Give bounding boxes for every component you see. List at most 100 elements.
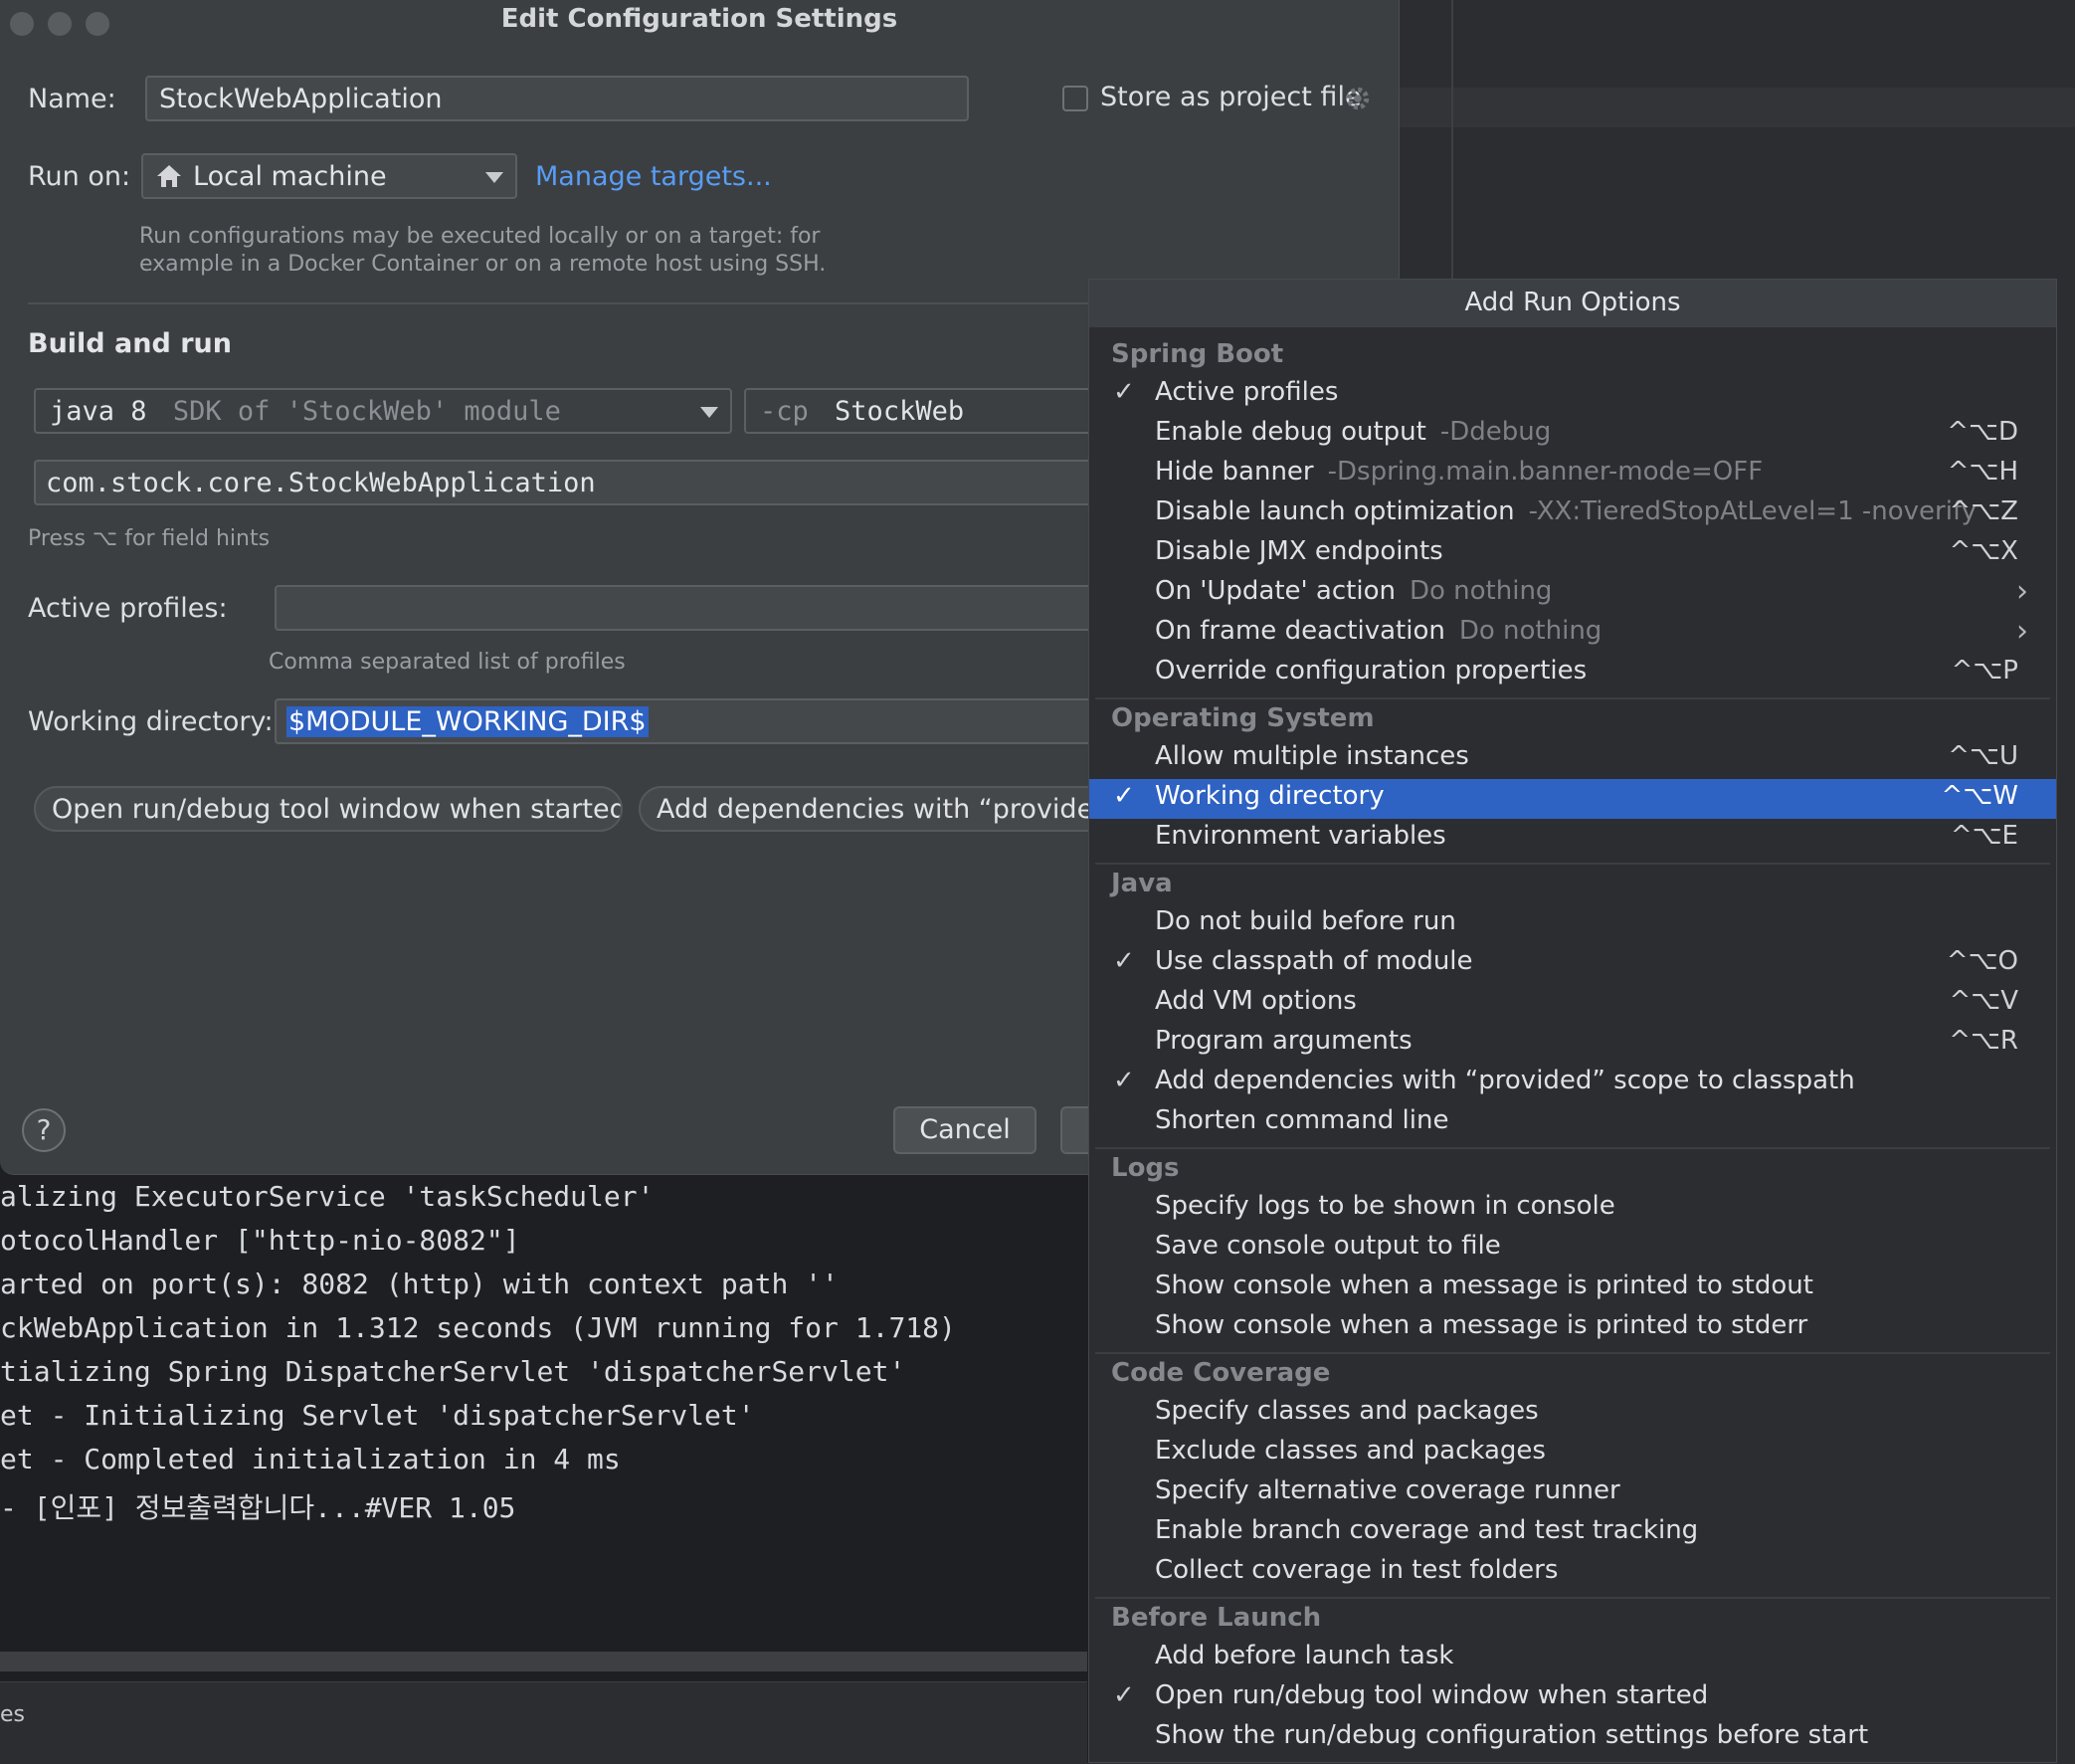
- option-label: On frame deactivation Do nothing: [1155, 616, 1603, 646]
- option-working-directory[interactable]: ✓ Working directory ^⌥W: [1089, 779, 2056, 819]
- option-label: Add dependencies with “provided” scope t…: [1155, 1066, 1855, 1095]
- name-label: Name:: [28, 84, 116, 114]
- active-profiles-hint: Comma separated list of profiles: [269, 650, 626, 675]
- option-label: Hide banner -Dspring.main.banner-mode=OFF: [1155, 457, 1764, 487]
- option-show-console-stderr[interactable]: Show console when a message is printed t…: [1089, 1308, 2056, 1348]
- option-hide-banner[interactable]: Hide banner -Dspring.main.banner-mode=OFF…: [1089, 455, 2056, 494]
- option-use-classpath-of-module[interactable]: ✓ Use classpath of module ^⌥O: [1089, 944, 2056, 984]
- group-code-coverage: Code Coverage: [1111, 1358, 1331, 1388]
- store-as-project-file-label: Store as project file: [1100, 82, 1362, 112]
- option-label: Exclude classes and packages: [1155, 1436, 1546, 1466]
- log-line: - [인포] 정보출력합니다...#VER 1.05: [0, 1491, 516, 1524]
- option-exclude-classes-packages[interactable]: Exclude classes and packages: [1089, 1434, 2056, 1473]
- option-label: Save console output to file: [1155, 1231, 1501, 1261]
- main-class-input[interactable]: com.stock.core.StockWebApplication: [34, 460, 1168, 505]
- option-allow-multiple-instances[interactable]: Allow multiple instances ^⌥U: [1089, 739, 2056, 779]
- option-coverage-test-folders[interactable]: Collect coverage in test folders: [1089, 1553, 2056, 1593]
- active-profiles-input[interactable]: [275, 585, 1170, 631]
- working-directory-value: $MODULE_WORKING_DIR$: [286, 706, 649, 737]
- console-horizontal-scrollbar[interactable]: [0, 1652, 1087, 1671]
- option-branch-coverage[interactable]: Enable branch coverage and test tracking: [1089, 1513, 2056, 1553]
- log-line: arted on port(s): 8082 (http) with conte…: [0, 1268, 839, 1300]
- option-label: Use classpath of module: [1155, 946, 1473, 976]
- option-label: Show console when a message is printed t…: [1155, 1310, 1808, 1340]
- option-specify-logs[interactable]: Specify logs to be shown in console: [1089, 1189, 2056, 1229]
- option-add-before-launch-task[interactable]: Add before launch task: [1089, 1639, 2056, 1678]
- option-label: Open run/debug tool window when started: [1155, 1680, 1709, 1710]
- option-shortcut: ^⌥H: [1947, 457, 2018, 487]
- group-spring-boot: Spring Boot: [1111, 339, 1284, 369]
- option-label: Environment variables: [1155, 821, 1446, 851]
- home-icon: [155, 163, 183, 193]
- cancel-button[interactable]: Cancel: [893, 1106, 1037, 1154]
- option-shortcut: ^⌥R: [1949, 1026, 2018, 1056]
- option-label: Program arguments: [1155, 1026, 1413, 1056]
- active-profiles-label: Active profiles:: [28, 593, 228, 624]
- help-button[interactable]: ?: [22, 1108, 66, 1152]
- option-shorten-command-line[interactable]: Shorten command line: [1089, 1103, 2056, 1143]
- option-alternative-coverage-runner[interactable]: Specify alternative coverage runner: [1089, 1473, 2056, 1513]
- option-add-provided-dependencies[interactable]: ✓ Add dependencies with “provided” scope…: [1089, 1064, 2056, 1103]
- log-line: otocolHandler ["http-nio-8082"]: [0, 1224, 520, 1257]
- run-console: alizing ExecutorService 'taskScheduler' …: [0, 1172, 1087, 1650]
- option-shortcut: ^⌥O: [1946, 946, 2018, 976]
- checkmark-icon: ✓: [1113, 946, 1135, 976]
- status-text: es: [0, 1702, 25, 1727]
- option-override-configuration-properties[interactable]: Override configuration properties ^⌥P: [1089, 654, 2056, 693]
- log-line: et - Completed initialization in 4 ms: [0, 1443, 621, 1475]
- working-directory-input[interactable]: $MODULE_WORKING_DIR$: [275, 698, 1170, 744]
- option-add-vm-options[interactable]: Add VM options ^⌥V: [1089, 984, 2056, 1024]
- option-shortcut: ^⌥Z: [1949, 496, 2018, 526]
- log-line: ckWebApplication in 1.312 seconds (JVM r…: [0, 1311, 956, 1344]
- option-label: Show console when a message is printed t…: [1155, 1271, 1813, 1300]
- run-on-dropdown[interactable]: Local machine: [141, 153, 517, 199]
- option-label: Disable JMX endpoints: [1155, 536, 1443, 566]
- popup-title: Add Run Options: [1464, 288, 1681, 317]
- checkmark-icon: ✓: [1113, 377, 1135, 407]
- option-show-settings-before-start[interactable]: Show the run/debug configuration setting…: [1089, 1718, 2056, 1758]
- editor-highlight-line: [1397, 88, 2075, 127]
- group-divider: [1095, 697, 2050, 699]
- chip-open-tool-window[interactable]: Open run/debug tool window when started✕: [34, 786, 623, 832]
- checkmark-icon: ✓: [1113, 781, 1135, 811]
- chevron-down-icon: [485, 172, 503, 183]
- group-divider: [1095, 1147, 2050, 1149]
- store-as-project-file-checkbox[interactable]: [1062, 86, 1088, 111]
- manage-targets-link[interactable]: Manage targets...: [535, 161, 772, 192]
- option-label: Enable debug output -Ddebug: [1155, 417, 1552, 447]
- option-do-not-build-before-run[interactable]: Do not build before run: [1089, 904, 2056, 944]
- log-line: alizing ExecutorService 'taskScheduler': [0, 1180, 655, 1213]
- group-java: Java: [1111, 869, 1173, 898]
- group-divider: [1095, 863, 2050, 865]
- option-shortcut: ^⌥E: [1950, 821, 2018, 851]
- option-disable-jmx-endpoints[interactable]: Disable JMX endpoints ^⌥X: [1089, 534, 2056, 574]
- chip-label: Open run/debug tool window when started: [52, 794, 623, 825]
- chevron-down-icon: [700, 407, 718, 418]
- option-label: Override configuration properties: [1155, 656, 1588, 686]
- option-specify-classes-packages[interactable]: Specify classes and packages: [1089, 1394, 2056, 1434]
- option-show-console-stdout[interactable]: Show console when a message is printed t…: [1089, 1269, 2056, 1308]
- option-active-profiles[interactable]: ✓ Active profiles: [1089, 375, 2056, 415]
- option-save-console-output[interactable]: Save console output to file: [1089, 1229, 2056, 1269]
- sdk-dropdown[interactable]: java 8 SDK of 'StockWeb' module: [34, 388, 732, 434]
- run-on-label: Run on:: [28, 161, 131, 192]
- sdk-module-text: SDK of 'StockWeb' module: [172, 396, 561, 427]
- name-input[interactable]: StockWebApplication: [145, 76, 969, 121]
- option-enable-debug-output[interactable]: Enable debug output -Ddebug ^⌥D: [1089, 415, 2056, 455]
- option-environment-variables[interactable]: Environment variables ^⌥E: [1089, 819, 2056, 859]
- option-label: Working directory: [1155, 781, 1385, 811]
- run-on-hint-line2: example in a Docker Container or on a re…: [139, 252, 827, 277]
- checkmark-icon: ✓: [1113, 1680, 1135, 1710]
- option-label: Specify classes and packages: [1155, 1396, 1539, 1426]
- option-disable-launch-optimization[interactable]: Disable launch optimization -XX:TieredSto…: [1089, 494, 2056, 534]
- option-program-arguments[interactable]: Program arguments ^⌥R: [1089, 1024, 2056, 1064]
- gear-icon[interactable]: [1343, 84, 1373, 117]
- group-operating-system: Operating System: [1111, 703, 1375, 733]
- cp-module: StockWeb: [835, 396, 965, 427]
- option-open-tool-window[interactable]: ✓ Open run/debug tool window when starte…: [1089, 1678, 2056, 1718]
- checkmark-icon: ✓: [1113, 1066, 1135, 1095]
- option-on-update-action[interactable]: On 'Update' action Do nothing ›: [1089, 574, 2056, 614]
- status-bar: es: [0, 1681, 1087, 1764]
- option-label: On 'Update' action Do nothing: [1155, 576, 1553, 606]
- option-on-frame-deactivation[interactable]: On frame deactivation Do nothing ›: [1089, 614, 2056, 654]
